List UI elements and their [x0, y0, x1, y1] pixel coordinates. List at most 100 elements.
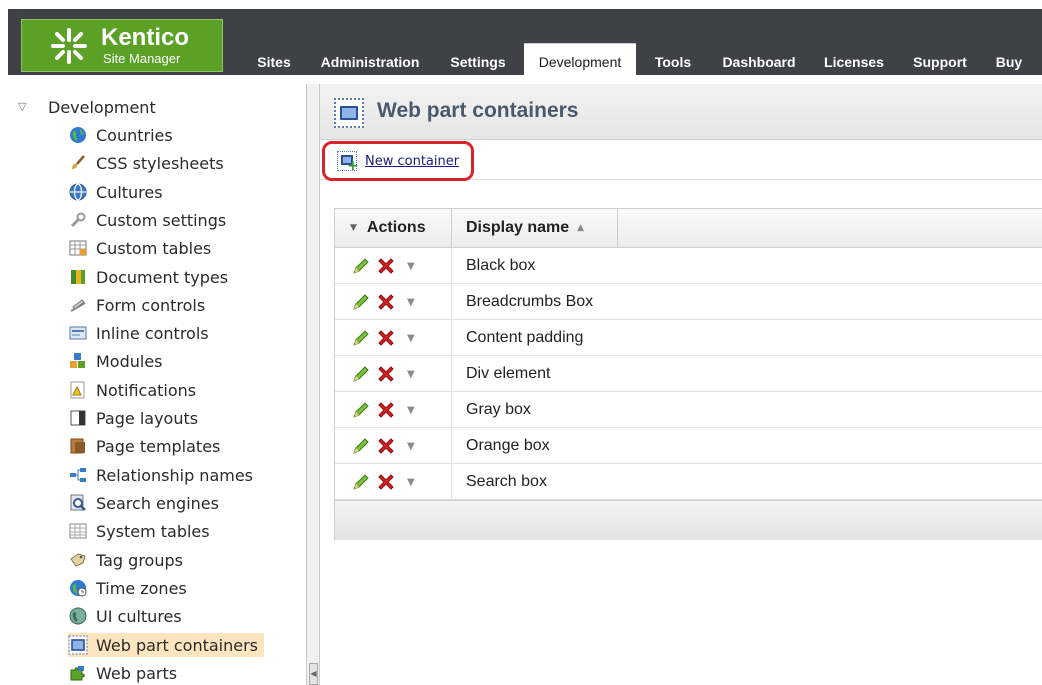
row-actions: ▼ [335, 428, 452, 464]
tree-item-label: Cultures [96, 182, 163, 202]
delete-x-icon[interactable] [375, 291, 397, 313]
new-container-label[interactable]: New container [365, 154, 459, 169]
edit-pencil-icon[interactable] [351, 364, 371, 384]
containers-grid: ▼ Actions Display name ▲ ▼ Black box ▼ B… [334, 208, 1042, 540]
tab-administration[interactable]: Administration [312, 45, 428, 75]
tree-item-label: Relationship names [96, 465, 254, 485]
tree-item-label: Inline controls [96, 323, 209, 343]
sort-ascending-icon: ▲ [577, 223, 585, 233]
row-actions: ▼ [335, 356, 452, 392]
collapse-triangle-icon[interactable]: ▽ [18, 100, 26, 113]
new-container-link[interactable]: + New container [322, 141, 474, 181]
tree-item-label: Search engines [96, 493, 219, 513]
tree-item-time-zones[interactable]: Time zones [68, 576, 187, 600]
tree-item-custom-tables[interactable]: Custom tables [68, 236, 211, 260]
search-icon [68, 493, 88, 513]
edit-pencil-icon[interactable] [351, 400, 371, 420]
row-actions: ▼ [335, 392, 452, 428]
collapse-arrow-icon[interactable]: ◀ [309, 663, 318, 685]
table-icon [68, 238, 88, 258]
puzzle-icon [68, 663, 88, 683]
tree-item-custom-settings[interactable]: Custom settings [68, 208, 226, 232]
tree-item-label: System tables [96, 521, 210, 541]
system-table-icon [68, 521, 88, 541]
modules-icon [68, 351, 88, 371]
row-display-name: Search box [466, 473, 547, 490]
new-container-icon: + [337, 151, 359, 173]
more-actions-dropdown-icon[interactable]: ▼ [407, 405, 415, 416]
tree-item-tag-groups[interactable]: Tag groups [68, 548, 183, 572]
relationship-icon [68, 465, 88, 485]
chevron-down-icon[interactable]: ▼ [350, 223, 357, 233]
edit-pencil-icon[interactable] [351, 472, 371, 492]
notification-icon [68, 380, 88, 400]
tree-item-search-engines[interactable]: Search engines [68, 491, 219, 515]
tab-development[interactable]: Development [524, 43, 636, 77]
tab-licenses[interactable]: Licenses [816, 45, 892, 75]
tree-item-page-templates[interactable]: Page templates [68, 434, 220, 458]
tree-item-label: CSS stylesheets [96, 153, 224, 173]
inline-control-icon [68, 323, 88, 343]
tree-item-cultures[interactable]: Cultures [68, 180, 163, 204]
tree-item-form-controls[interactable]: Form controls [68, 293, 205, 317]
row-display-name: Breadcrumbs Box [466, 293, 594, 310]
tree-item-label: Tag groups [96, 550, 183, 570]
tree-item-label: Web parts [96, 663, 178, 683]
delete-x-icon[interactable] [375, 363, 397, 385]
more-actions-dropdown-icon[interactable]: ▼ [407, 297, 415, 308]
edit-pencil-icon[interactable] [351, 256, 371, 276]
grid-pager [335, 500, 1042, 540]
pane-splitter[interactable]: ◀ [306, 84, 320, 685]
delete-x-icon[interactable] [375, 399, 397, 421]
actions-column-header[interactable]: ▼ Actions [335, 209, 452, 247]
display-name-column-header[interactable]: Display name ▲ [452, 209, 618, 247]
table-row: ▼ Black box [335, 248, 1042, 284]
tree-item-page-layouts[interactable]: Page layouts [68, 406, 198, 430]
tree-item-label: Web part containers [96, 635, 259, 655]
row-display-name: Content padding [466, 329, 584, 346]
tab-tools[interactable]: Tools [646, 45, 700, 75]
tree-item-css-stylesheets[interactable]: CSS stylesheets [68, 151, 224, 175]
tree-item-modules[interactable]: Modules [68, 349, 163, 373]
table-row: ▼ Orange box [335, 428, 1042, 464]
tag-icon [68, 550, 88, 570]
delete-x-icon[interactable] [375, 471, 397, 493]
tab-buy[interactable]: Buy [988, 45, 1030, 75]
tab-support[interactable]: Support [904, 45, 976, 75]
brush-icon [68, 153, 88, 173]
book-icon [68, 267, 88, 287]
tab-settings[interactable]: Settings [440, 45, 516, 75]
tree-item-label: Custom settings [96, 210, 227, 230]
delete-x-icon[interactable] [375, 255, 397, 277]
edit-pencil-icon[interactable] [351, 328, 371, 348]
tab-dashboard[interactable]: Dashboard [712, 45, 806, 75]
tree-item-inline-controls[interactable]: Inline controls [68, 321, 209, 345]
tree-item-web-parts[interactable]: Web parts [68, 661, 177, 685]
edit-pencil-icon[interactable] [351, 436, 371, 456]
delete-x-icon[interactable] [375, 327, 397, 349]
more-actions-dropdown-icon[interactable]: ▼ [407, 477, 415, 488]
tree-item-system-tables[interactable]: System tables [68, 519, 210, 543]
navigation-tree: ▽ Development Countries CSS stylesheets … [0, 84, 306, 685]
tree-item-notifications[interactable]: Notifications [68, 378, 196, 402]
more-actions-dropdown-icon[interactable]: ▼ [407, 369, 415, 380]
tree-item-document-types[interactable]: Document types [68, 265, 228, 289]
tab-sites[interactable]: Sites [248, 45, 300, 75]
form-control-icon [68, 295, 88, 315]
row-display-name: Black box [466, 257, 536, 274]
table-row: ▼ Search box [335, 464, 1042, 500]
more-actions-dropdown-icon[interactable]: ▼ [407, 261, 415, 272]
more-actions-dropdown-icon[interactable]: ▼ [407, 333, 415, 344]
more-actions-dropdown-icon[interactable]: ▼ [407, 441, 415, 452]
edit-pencil-icon[interactable] [351, 292, 371, 312]
tree-item-ui-cultures[interactable]: UI cultures [68, 604, 182, 628]
page-header: Web part containers [320, 84, 1042, 140]
container-icon [68, 635, 88, 655]
globe-grid-icon [68, 182, 88, 202]
tree-item-web-part-containers[interactable]: Web part containers [68, 633, 265, 657]
tree-item-relationship-names[interactable]: Relationship names [68, 463, 253, 487]
row-display-name: Orange box [466, 437, 550, 454]
tree-item-countries[interactable]: Countries [68, 123, 173, 147]
delete-x-icon[interactable] [375, 435, 397, 457]
tree-item-label: Modules [96, 351, 163, 371]
